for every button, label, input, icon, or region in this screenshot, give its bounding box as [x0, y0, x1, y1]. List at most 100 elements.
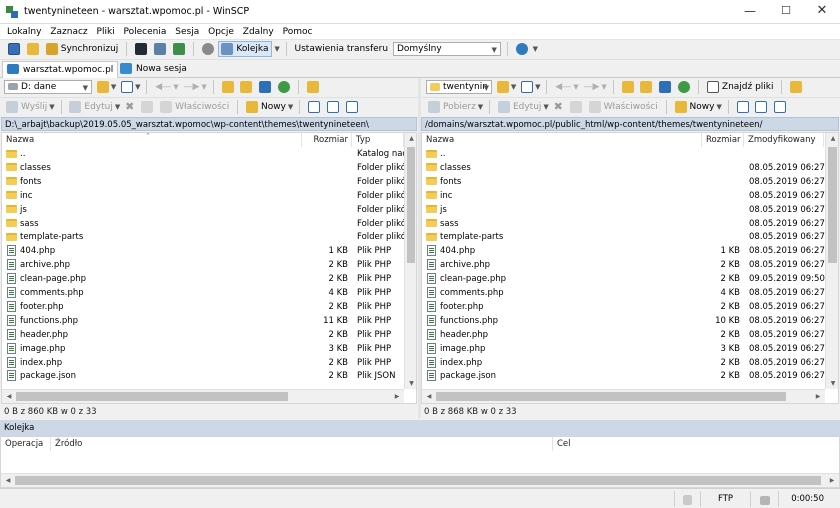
menu-zdalny[interactable]: Zdalny: [240, 24, 277, 40]
table-row[interactable]: 404.php 1 KB Plik PHP: [2, 244, 404, 258]
right-col-size[interactable]: Rozmiar: [702, 133, 744, 147]
table-row[interactable]: fonts Folder plików: [2, 175, 404, 189]
table-row[interactable]: archive.php 2 KB 08.05.2019 06:27:32: [422, 258, 825, 272]
scroll-left-icon[interactable]: ◀: [424, 393, 434, 400]
chevron-down-icon[interactable]: ▼: [533, 45, 538, 53]
chevron-down-icon[interactable]: ▼: [478, 103, 483, 111]
table-row[interactable]: index.php 2 KB Plik PHP: [2, 356, 404, 370]
compare-dirs-button[interactable]: [6, 40, 22, 58]
queue-horizontal-scrollbar[interactable]: ◀ ▶: [1, 473, 839, 487]
table-row[interactable]: sass Folder plików: [2, 217, 404, 231]
left-path-bar[interactable]: D:\_arbajt\backup\2019.05.05_warsztat.wp…: [1, 117, 417, 131]
right-delete-button[interactable]: ✖: [552, 98, 565, 116]
remote-dir-select[interactable]: twentynin ▼: [426, 80, 492, 94]
table-row[interactable]: inc 08.05.2019 06:27:32: [422, 189, 825, 203]
table-row[interactable]: 404.php 1 KB 08.05.2019 06:27:32: [422, 244, 825, 258]
left-new-button[interactable]: Nowy: [244, 98, 288, 116]
queue-col-operation[interactable]: Operacja: [1, 437, 51, 451]
table-row[interactable]: functions.php 11 KB Plik PHP: [2, 314, 404, 328]
left-home-button[interactable]: [257, 78, 273, 96]
menu-pliki[interactable]: Pliki: [94, 24, 118, 40]
table-row[interactable]: footer.php 2 KB Plik PHP: [2, 300, 404, 314]
left-root-dir-button[interactable]: [238, 78, 254, 96]
table-row[interactable]: js Folder plików: [2, 203, 404, 217]
right-refresh-button[interactable]: [676, 78, 692, 96]
left-filter-button[interactable]: [119, 78, 135, 96]
left-col-size[interactable]: Rozmiar: [302, 133, 352, 147]
right-unselect-button[interactable]: [753, 98, 769, 116]
left-file-list[interactable]: Nazwa ⌃ Rozmiar Typ .. Katalog nadrzędny cl…: [1, 132, 417, 404]
putty-button[interactable]: [152, 40, 168, 58]
table-row[interactable]: sass 08.05.2019 06:27:32: [422, 217, 825, 231]
transfer-preset-select[interactable]: Domyślny ▼: [392, 42, 501, 56]
table-row[interactable]: ..: [422, 147, 825, 161]
drive-select[interactable]: D: dane ▼: [4, 80, 92, 94]
queue-list[interactable]: Operacja Źródło Cel ◀ ▶: [0, 436, 840, 488]
sync-browse-button[interactable]: [171, 40, 187, 58]
chevron-down-icon[interactable]: ▼: [573, 83, 578, 91]
right-parent-dir-button[interactable]: [620, 78, 636, 96]
table-row[interactable]: header.php 2 KB Plik PHP: [2, 328, 404, 342]
chevron-down-icon[interactable]: ▼: [601, 83, 606, 91]
table-row[interactable]: header.php 2 KB 08.05.2019 06:27:32: [422, 328, 825, 342]
queue-toggle-button[interactable]: Kolejka: [218, 41, 272, 57]
scroll-up-icon[interactable]: ▲: [405, 135, 416, 142]
tab-new-session[interactable]: Nowa sesja: [116, 61, 191, 78]
right-horizontal-scrollbar[interactable]: ◀ ▶: [422, 389, 825, 403]
left-horizontal-scrollbar[interactable]: ◀ ▶: [2, 389, 404, 403]
left-tree-button[interactable]: [305, 78, 321, 96]
send-button[interactable]: Wyślij: [4, 98, 49, 116]
menu-polecenia[interactable]: Polecenia: [121, 24, 170, 40]
left-open-folder-button[interactable]: [95, 78, 111, 96]
close-button[interactable]: ✕: [804, 0, 840, 24]
table-row[interactable]: package.json 2 KB Plik JSON: [2, 369, 404, 383]
chevron-down-icon[interactable]: ▼: [115, 103, 120, 111]
scrollbar-thumb[interactable]: [436, 392, 786, 401]
panel-splitter[interactable]: [418, 78, 421, 418]
table-row[interactable]: image.php 3 KB Plik PHP: [2, 342, 404, 356]
left-properties-button[interactable]: Właściwości: [158, 98, 231, 116]
table-row[interactable]: template-parts 08.05.2019 06:27:32: [422, 230, 825, 244]
left-delete-button[interactable]: ✖: [123, 98, 136, 116]
right-properties-button[interactable]: Właściwości: [587, 98, 660, 116]
scroll-up-icon[interactable]: ▲: [826, 135, 838, 142]
right-new-button[interactable]: Nowy: [673, 98, 717, 116]
left-filter-select-button[interactable]: [344, 98, 360, 116]
chevron-down-icon[interactable]: ▼: [49, 103, 54, 111]
right-rename-button[interactable]: [568, 98, 584, 116]
right-back-button[interactable]: ◀—: [553, 78, 573, 96]
table-row[interactable]: clean-page.php 2 KB 09.05.2019 09:50:13: [422, 272, 825, 286]
left-forward-button[interactable]: —▶: [181, 78, 201, 96]
transfer-options-button[interactable]: [514, 40, 530, 58]
maximize-button[interactable]: ☐: [768, 0, 804, 24]
scroll-down-icon[interactable]: ▼: [405, 380, 416, 387]
queue-col-target[interactable]: Cel: [553, 437, 839, 451]
scrollbar-thumb[interactable]: [15, 476, 821, 485]
scroll-down-icon[interactable]: ▼: [826, 380, 838, 387]
left-col-name[interactable]: Nazwa ⌃: [2, 133, 302, 147]
table-row[interactable]: comments.php 4 KB Plik PHP: [2, 286, 404, 300]
menu-pomoc[interactable]: Pomoc: [280, 24, 316, 40]
scroll-right-icon[interactable]: ▶: [392, 393, 402, 400]
scrollbar-thumb[interactable]: [16, 392, 288, 401]
left-rename-button[interactable]: [139, 98, 155, 116]
scrollbar-thumb[interactable]: [828, 147, 837, 263]
scrollbar-thumb[interactable]: [407, 147, 415, 263]
chevron-down-icon[interactable]: ▼: [716, 103, 721, 111]
menu-sesja[interactable]: Sesja: [172, 24, 202, 40]
find-files-button[interactable]: Znajdź pliki: [705, 78, 776, 96]
right-path-bar[interactable]: /domains/warsztat.wpomoc.pl/public_html/…: [421, 117, 839, 131]
right-forward-button[interactable]: —▶: [581, 78, 601, 96]
menu-lokalny[interactable]: Lokalny: [4, 24, 44, 40]
table-row[interactable]: classes Folder plików: [2, 161, 404, 175]
chevron-down-icon[interactable]: ▼: [535, 83, 540, 91]
right-edit-button[interactable]: Edytuj: [496, 98, 543, 116]
preferences-button[interactable]: [200, 40, 216, 58]
scroll-right-icon[interactable]: ▶: [827, 477, 837, 484]
left-col-type[interactable]: Typ: [352, 133, 404, 147]
tab-session[interactable]: warsztat.wpomoc.pl: [2, 61, 119, 78]
left-parent-dir-button[interactable]: [220, 78, 236, 96]
table-row[interactable]: .. Katalog nadrzędny: [2, 147, 404, 161]
download-button[interactable]: Pobierz: [426, 98, 478, 116]
right-select-all-button[interactable]: [735, 98, 751, 116]
